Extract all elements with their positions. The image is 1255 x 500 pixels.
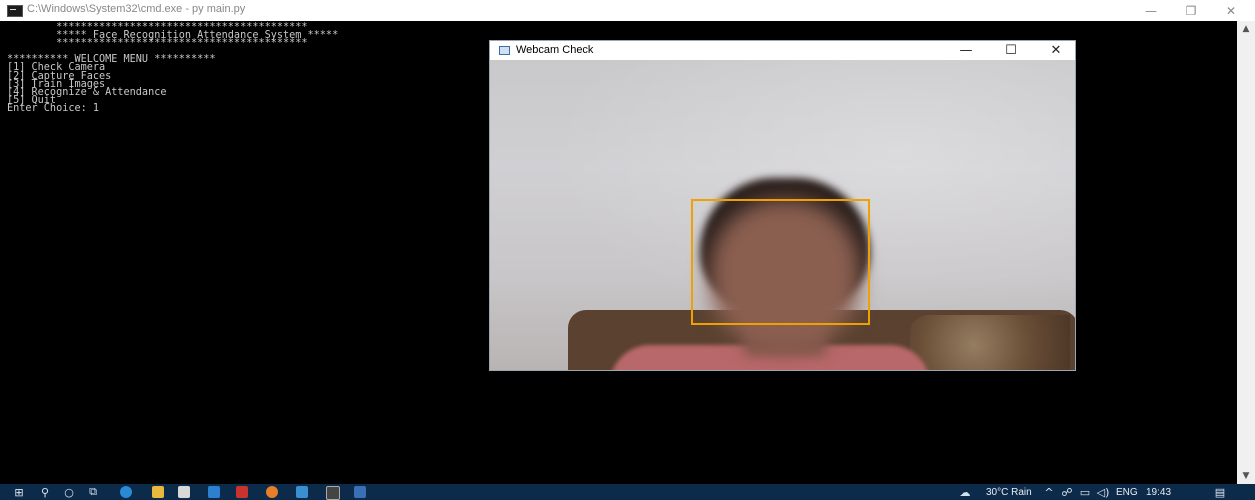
firefox-icon[interactable] — [266, 486, 278, 498]
app-icon-blue[interactable] — [208, 486, 220, 498]
battery-icon[interactable]: ▭ — [1078, 484, 1092, 500]
python-icon[interactable] — [354, 486, 366, 498]
webcam-titlebar[interactable]: Webcam Check — ☐ ✕ — [490, 41, 1075, 60]
volume-icon[interactable]: ◁) — [1096, 484, 1110, 500]
windows-start-icon[interactable]: ⊞ — [12, 484, 26, 500]
scroll-down-arrow-icon[interactable]: ▼ — [1237, 468, 1255, 484]
scroll-up-arrow-icon[interactable]: ▲ — [1237, 21, 1255, 37]
notification-icon[interactable]: ▤ — [1212, 484, 1228, 500]
webcam-title: Webcam Check — [516, 44, 594, 56]
edge-icon[interactable] — [120, 486, 132, 498]
webcam-maximize-button[interactable]: ☐ — [993, 41, 1029, 60]
network-icon[interactable]: ☍ — [1060, 484, 1074, 500]
language-indicator[interactable]: ENG — [1116, 485, 1138, 500]
webcam-feed — [490, 60, 1075, 370]
console-title: C:\Windows\System32\cmd.exe - py main.py — [27, 3, 246, 15]
cmd-icon — [7, 5, 23, 17]
cmd-taskbar-icon[interactable] — [326, 486, 340, 500]
console-scrollbar[interactable]: ▲ ▼ — [1237, 21, 1255, 484]
console-text: ****************************************… — [7, 22, 339, 114]
cortana-icon[interactable]: ○ — [62, 484, 76, 500]
console-minimize-button[interactable]: — — [1131, 0, 1171, 21]
taskbar: ⊞ ⚲ ○ ⧉ ☁ 30°C Rain ^ ☍ ▭ ◁) ENG 19:43 ▤ — [0, 484, 1255, 500]
weather-icon[interactable]: ☁ — [956, 484, 974, 500]
task-view-icon[interactable]: ⧉ — [86, 484, 100, 500]
store-icon[interactable] — [178, 486, 190, 498]
file-explorer-icon[interactable] — [152, 486, 164, 498]
webcam-minimize-button[interactable]: — — [948, 41, 984, 60]
mail-icon[interactable] — [296, 486, 308, 498]
search-icon[interactable]: ⚲ — [38, 484, 52, 500]
clock[interactable]: 19:43 — [1146, 485, 1171, 500]
console-close-button[interactable]: ✕ — [1211, 0, 1251, 21]
face-detection-box — [691, 199, 870, 325]
app-icon-red[interactable] — [236, 486, 248, 498]
weather-text[interactable]: 30°C Rain — [986, 485, 1032, 500]
sofa-pattern — [910, 315, 1070, 370]
window-icon — [499, 46, 510, 55]
webcam-window[interactable]: Webcam Check — ☐ ✕ — [489, 40, 1076, 371]
console-maximize-button[interactable]: ❐ — [1171, 0, 1211, 21]
console-titlebar[interactable]: C:\Windows\System32\cmd.exe - py main.py… — [0, 0, 1255, 21]
webcam-close-button[interactable]: ✕ — [1038, 41, 1074, 60]
chevron-up-icon[interactable]: ^ — [1042, 484, 1056, 500]
